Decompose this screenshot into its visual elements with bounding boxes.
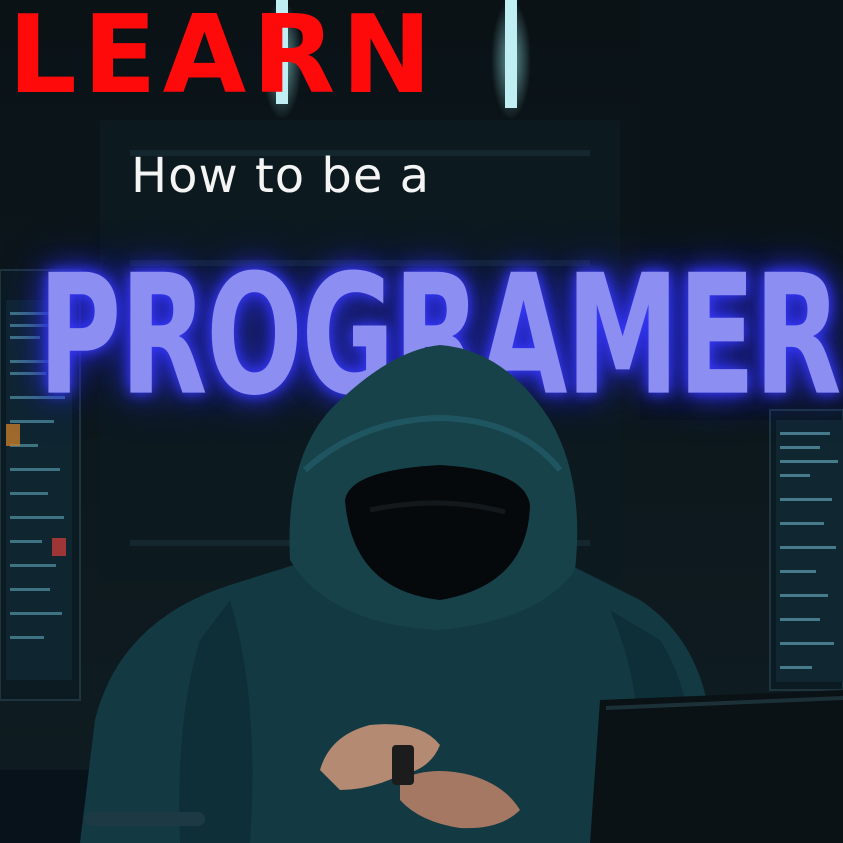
foreground-scene [80, 345, 843, 843]
laptop-illustration [590, 690, 843, 843]
poster: LEARN How to be a PROGRAMER [0, 0, 843, 843]
